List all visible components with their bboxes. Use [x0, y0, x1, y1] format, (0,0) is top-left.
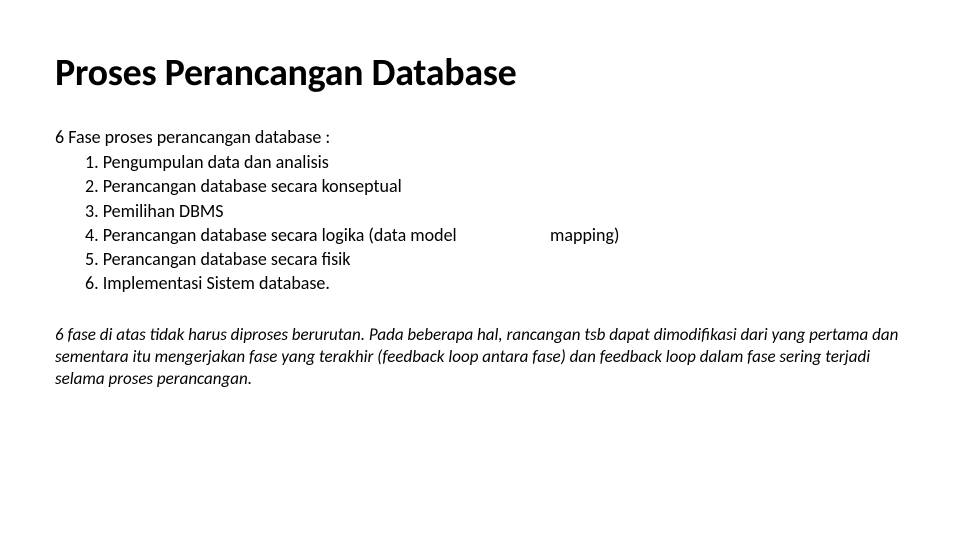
slide-title: Proses Perancangan Database [55, 50, 905, 96]
phase-item-4: 4. Perancangan database secara logika (d… [85, 223, 905, 247]
phase-item-4-right: mapping) [525, 223, 619, 247]
slide: Proses Perancangan Database 6 Fase prose… [0, 0, 960, 540]
phase-item-6: 6. Implementasi Sistem database. [85, 271, 905, 295]
phase-item-2: 2. Perancangan database secara konseptua… [85, 174, 905, 198]
note-paragraph: 6 fase di atas tidak harus diproses beru… [55, 324, 905, 390]
phase-list: 1. Pengumpulan data dan analisis 2. Pera… [55, 150, 905, 296]
phase-item-5: 5. Perancangan database secara fisik [85, 247, 905, 271]
intro-line: 6 Fase proses perancangan database : [55, 126, 905, 148]
phase-item-3: 3. Pemilihan DBMS [85, 199, 905, 223]
phase-item-1: 1. Pengumpulan data dan analisis [85, 150, 905, 174]
phase-item-4-left: 4. Perancangan database secara logika (d… [85, 223, 525, 247]
